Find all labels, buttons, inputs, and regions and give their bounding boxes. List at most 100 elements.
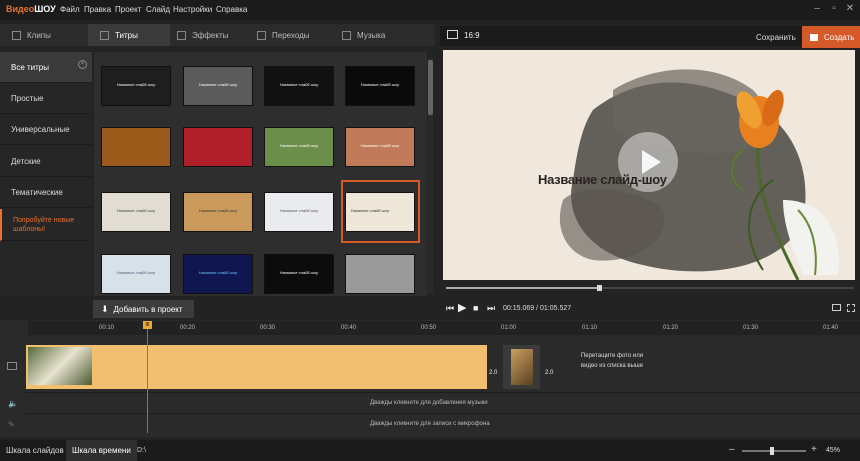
minimize-button[interactable]: – xyxy=(810,3,824,14)
category-kids[interactable]: Детские xyxy=(0,146,92,177)
music-icon xyxy=(342,30,351,40)
menu-slide[interactable]: Слайд xyxy=(146,5,170,14)
track-divider xyxy=(26,392,860,393)
menu-help[interactable]: Справка xyxy=(216,5,247,14)
mic-track-hint[interactable]: Дважды кликните для записи с микрофона xyxy=(370,421,490,427)
maximize-button[interactable]: ▫ xyxy=(827,3,841,14)
stop-icon[interactable]: ■ xyxy=(473,303,478,313)
zoom-out-button[interactable]: – xyxy=(729,444,735,455)
preview-title-text: Название слайд-шоу xyxy=(538,172,667,187)
clip-thumbnail[interactable] xyxy=(28,347,92,385)
video-track-clip[interactable] xyxy=(26,345,487,389)
zoom-slider[interactable] xyxy=(742,450,806,452)
title-thumb[interactable]: Название слайд-шоу xyxy=(102,67,170,105)
fullscreen-icon[interactable] xyxy=(847,304,855,312)
title-thumb[interactable]: Название слайд-шоу xyxy=(184,67,252,105)
title-thumb[interactable] xyxy=(184,128,252,166)
seek-progress xyxy=(446,287,599,289)
ruler-tick: 01:40 xyxy=(823,325,839,331)
thumb-caption: Название слайд-шоу xyxy=(198,270,238,275)
thumb-caption: Название слайд-шоу xyxy=(360,82,400,87)
tab-effects[interactable]: Эффекты xyxy=(165,24,247,46)
drop-hint: Перетащите фото или видео из списка выше xyxy=(580,353,644,369)
category-simple[interactable]: Простые xyxy=(0,83,92,114)
title-thumb[interactable]: Название слайд-шоу xyxy=(265,193,333,231)
video-track-icon xyxy=(7,362,17,370)
category-thematic[interactable]: Тематические xyxy=(0,177,92,208)
grid-scroll-thumb[interactable] xyxy=(428,60,433,115)
promo-new-templates[interactable]: Попробуйте новые шаблоны! xyxy=(0,209,88,241)
ruler-tick: 01:10 xyxy=(582,325,598,331)
tab-slide-scale[interactable]: Шкала слайдов xyxy=(0,440,70,461)
create-button[interactable]: Создать xyxy=(802,26,860,48)
title-thumb-selected[interactable]: Название слайд-шоу xyxy=(346,193,414,231)
music-track-hint[interactable]: Дважды кликните для добавления музыки xyxy=(370,400,488,406)
text-icon xyxy=(100,30,109,40)
clear-filter-icon[interactable]: × xyxy=(78,60,87,69)
effects-icon xyxy=(177,30,186,40)
title-thumb[interactable]: Название слайд-шоу xyxy=(102,193,170,231)
thumb-caption: Название слайд-шоу xyxy=(116,82,156,87)
download-arrow-icon: ⬇ xyxy=(101,303,109,314)
film-icon xyxy=(810,33,818,41)
skip-forward-icon[interactable]: ⏭ xyxy=(487,303,495,314)
ruler-tick: 00:10 xyxy=(99,325,115,331)
menu-project[interactable]: Проект xyxy=(115,5,141,14)
category-universal[interactable]: Универсальные xyxy=(0,114,92,145)
zoom-value: 45% xyxy=(826,447,841,454)
menu-settings[interactable]: Настройки xyxy=(173,5,212,14)
time-ruler[interactable] xyxy=(28,321,860,335)
save-button[interactable]: Сохранить xyxy=(756,33,796,42)
title-thumb[interactable]: Название слайд-шоу xyxy=(102,255,170,293)
tab-bar: Клипы Титры Эффекты Переходы Музыка xyxy=(0,24,435,46)
thumb-caption: Название слайд-шоу xyxy=(350,208,390,213)
title-thumb[interactable] xyxy=(102,128,170,166)
thumb-caption: Название слайд-шоу xyxy=(360,143,400,148)
title-thumb[interactable] xyxy=(346,255,414,293)
categories-sidebar: Все титры Простые Универсальные Детские … xyxy=(0,52,92,296)
thumb-caption: Название слайд-шоу xyxy=(116,208,156,213)
ruler-tick: 01:30 xyxy=(743,325,759,331)
timecode: 00:15.069 / 01:05.527 xyxy=(503,305,572,312)
preview-toolbar xyxy=(440,26,860,46)
thumb-caption: Название слайд-шоу xyxy=(198,208,238,213)
thumb-caption: Название слайд-шоу xyxy=(279,208,319,213)
ruler-tick: 01:00 xyxy=(501,325,517,331)
tab-clips[interactable]: Клипы xyxy=(0,24,82,46)
thumb-caption: Название слайд-шоу xyxy=(279,82,319,87)
titles-grid: Название слайд-шоу Название слайд-шоу На… xyxy=(94,52,427,296)
close-button[interactable]: ✕ xyxy=(843,3,857,14)
snapshot-icon[interactable] xyxy=(832,304,841,311)
ruler-tick: 00:40 xyxy=(341,325,357,331)
ruler-tick: 00:30 xyxy=(260,325,276,331)
title-thumb[interactable]: Название слайд-шоу xyxy=(184,193,252,231)
app-logo: ВидеоШОУ xyxy=(6,4,56,14)
title-thumb[interactable]: Название слайд-шоу xyxy=(346,128,414,166)
aspect-ratio-label[interactable]: 16:9 xyxy=(464,31,480,40)
tab-time-scale[interactable]: Шкала времени xyxy=(66,440,137,461)
zoom-in-button[interactable]: + xyxy=(811,444,817,455)
title-thumb[interactable]: Название слайд-шоу xyxy=(265,128,333,166)
menu-file[interactable]: Файл xyxy=(60,5,80,14)
ruler-tick: 00:50 xyxy=(421,325,437,331)
track-divider xyxy=(26,413,860,414)
add-to-project-button[interactable]: ⬇ Добавить в проект xyxy=(93,300,194,318)
play-icon[interactable]: ▶ xyxy=(458,301,466,314)
thumb-caption: Название слайд-шоу xyxy=(279,270,319,275)
thumb-caption: Название слайд-шоу xyxy=(198,82,238,87)
seek-handle[interactable] xyxy=(597,285,602,291)
playhead-handle[interactable]: III xyxy=(143,321,152,329)
tab-titles[interactable]: Титры xyxy=(88,24,170,46)
title-thumb[interactable]: Название слайд-шоу xyxy=(184,255,252,293)
slide-clip[interactable] xyxy=(503,345,540,389)
tab-transitions[interactable]: Переходы xyxy=(245,24,327,46)
title-thumb[interactable]: Название слайд-шоу xyxy=(346,67,414,105)
title-thumb[interactable]: Название слайд-шоу xyxy=(265,67,333,105)
tab-music[interactable]: Музыка xyxy=(330,24,412,46)
monitor-icon[interactable] xyxy=(447,30,458,39)
title-thumb[interactable]: Название слайд-шоу xyxy=(265,255,333,293)
skip-back-icon[interactable]: ⏮ xyxy=(446,303,454,314)
zoom-slider-handle[interactable] xyxy=(770,447,774,455)
menu-edit[interactable]: Правка xyxy=(84,5,111,14)
clip-duration: 2.0 xyxy=(489,370,498,376)
